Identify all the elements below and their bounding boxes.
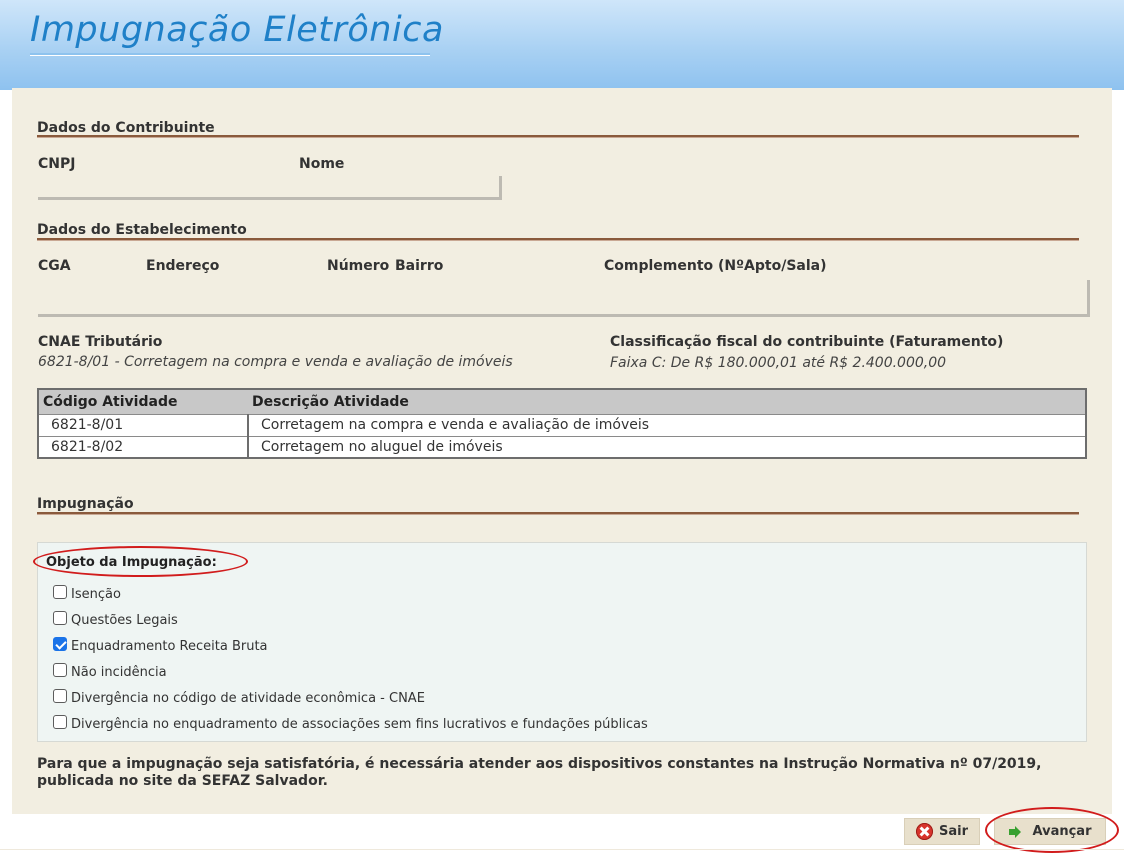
column-header-descricao: Descrição Atividade <box>248 389 1086 414</box>
checkbox-enquadramento-receita[interactable] <box>53 636 67 651</box>
estabelecimento-value-box <box>38 280 1090 317</box>
atividades-table: Código Atividade Descrição Atividade 682… <box>37 388 1087 459</box>
table-row: 6821-8/01 Corretagem na compra e venda e… <box>38 413 1086 436</box>
cell-codigo: 6821-8/02 <box>38 435 249 458</box>
option-divergencia-cnae[interactable]: Divergência no código de atividade econô… <box>53 688 425 706</box>
table-header-row: Código Atividade Descrição Atividade <box>38 389 1086 414</box>
cnae-value: 6821-8/01 - Corretagem na compra e venda… <box>38 354 513 370</box>
contribuinte-value-box <box>38 176 502 200</box>
cell-descricao: Corretagem no aluguel de imóveis <box>248 435 1086 458</box>
option-label: Divergência no código de atividade econô… <box>71 691 425 706</box>
option-label: Questões Legais <box>71 613 178 628</box>
notice-text: Para que a impugnação seja satisfatória,… <box>37 756 1042 789</box>
endereco-label: Endereço <box>146 258 220 274</box>
classificacao-value: Faixa C: De R$ 180.000,01 até R$ 2.400.0… <box>610 355 947 371</box>
cnae-label: CNAE Tributário <box>38 334 163 350</box>
bairro-label: Bairro <box>395 258 444 274</box>
section-divider <box>37 512 1079 515</box>
cell-codigo: 6821-8/01 <box>38 413 249 436</box>
checkbox-isencao[interactable] <box>53 584 67 599</box>
footer-divider <box>0 849 1124 850</box>
section-title-contribuinte: Dados do Contribuinte <box>37 120 215 136</box>
title-underline <box>30 53 430 56</box>
classificacao-label: Classificação fiscal do contribuinte (Fa… <box>610 334 1004 350</box>
option-questoes-legais[interactable]: Questões Legais <box>53 610 178 628</box>
checkbox-divergencia-associacoes[interactable] <box>53 714 67 729</box>
column-header-codigo: Código Atividade <box>38 389 248 414</box>
option-enquadramento-receita[interactable]: Enquadramento Receita Bruta <box>53 636 268 654</box>
option-isencao[interactable]: Isenção <box>53 584 121 602</box>
cnpj-label: CNPJ <box>38 156 76 172</box>
highlight-ellipse <box>985 807 1119 853</box>
option-label: Isenção <box>71 587 121 602</box>
option-label: Não incidência <box>71 665 167 680</box>
cga-label: CGA <box>38 258 71 274</box>
page-title: Impugnação Eletrônica <box>30 10 444 50</box>
option-label: Enquadramento Receita Bruta <box>71 639 268 654</box>
close-circle-icon <box>915 823 933 840</box>
section-divider <box>37 238 1079 241</box>
option-nao-incidencia[interactable]: Não incidência <box>53 662 167 680</box>
nome-label: Nome <box>299 156 345 172</box>
objeto-impugnacao-box: Objeto da Impugnação: Isenção Questões L… <box>33 542 1087 742</box>
section-title-estabelecimento: Dados do Estabelecimento <box>37 222 247 238</box>
sair-label: Sair <box>938 824 968 839</box>
form-panel: Dados do Contribuinte CNPJ Nome Dados do… <box>12 88 1112 814</box>
section-title-impugnacao: Impugnação <box>37 496 134 512</box>
checkbox-nao-incidencia[interactable] <box>53 662 67 677</box>
sair-button[interactable]: Sair <box>904 818 980 845</box>
highlight-ellipse <box>33 546 248 577</box>
section-divider <box>37 135 1079 138</box>
checkbox-questoes-legais[interactable] <box>53 610 67 625</box>
complemento-label: Complemento (NºApto/Sala) <box>604 258 827 274</box>
table-row: 6821-8/02 Corretagem no aluguel de imóve… <box>38 435 1086 458</box>
option-label: Divergência no enquadramento de associaç… <box>71 717 648 732</box>
cell-descricao: Corretagem na compra e venda e avaliação… <box>248 413 1086 436</box>
checkbox-divergencia-cnae[interactable] <box>53 688 67 703</box>
option-divergencia-associacoes[interactable]: Divergência no enquadramento de associaç… <box>53 714 648 732</box>
numero-label: Número <box>327 258 390 274</box>
